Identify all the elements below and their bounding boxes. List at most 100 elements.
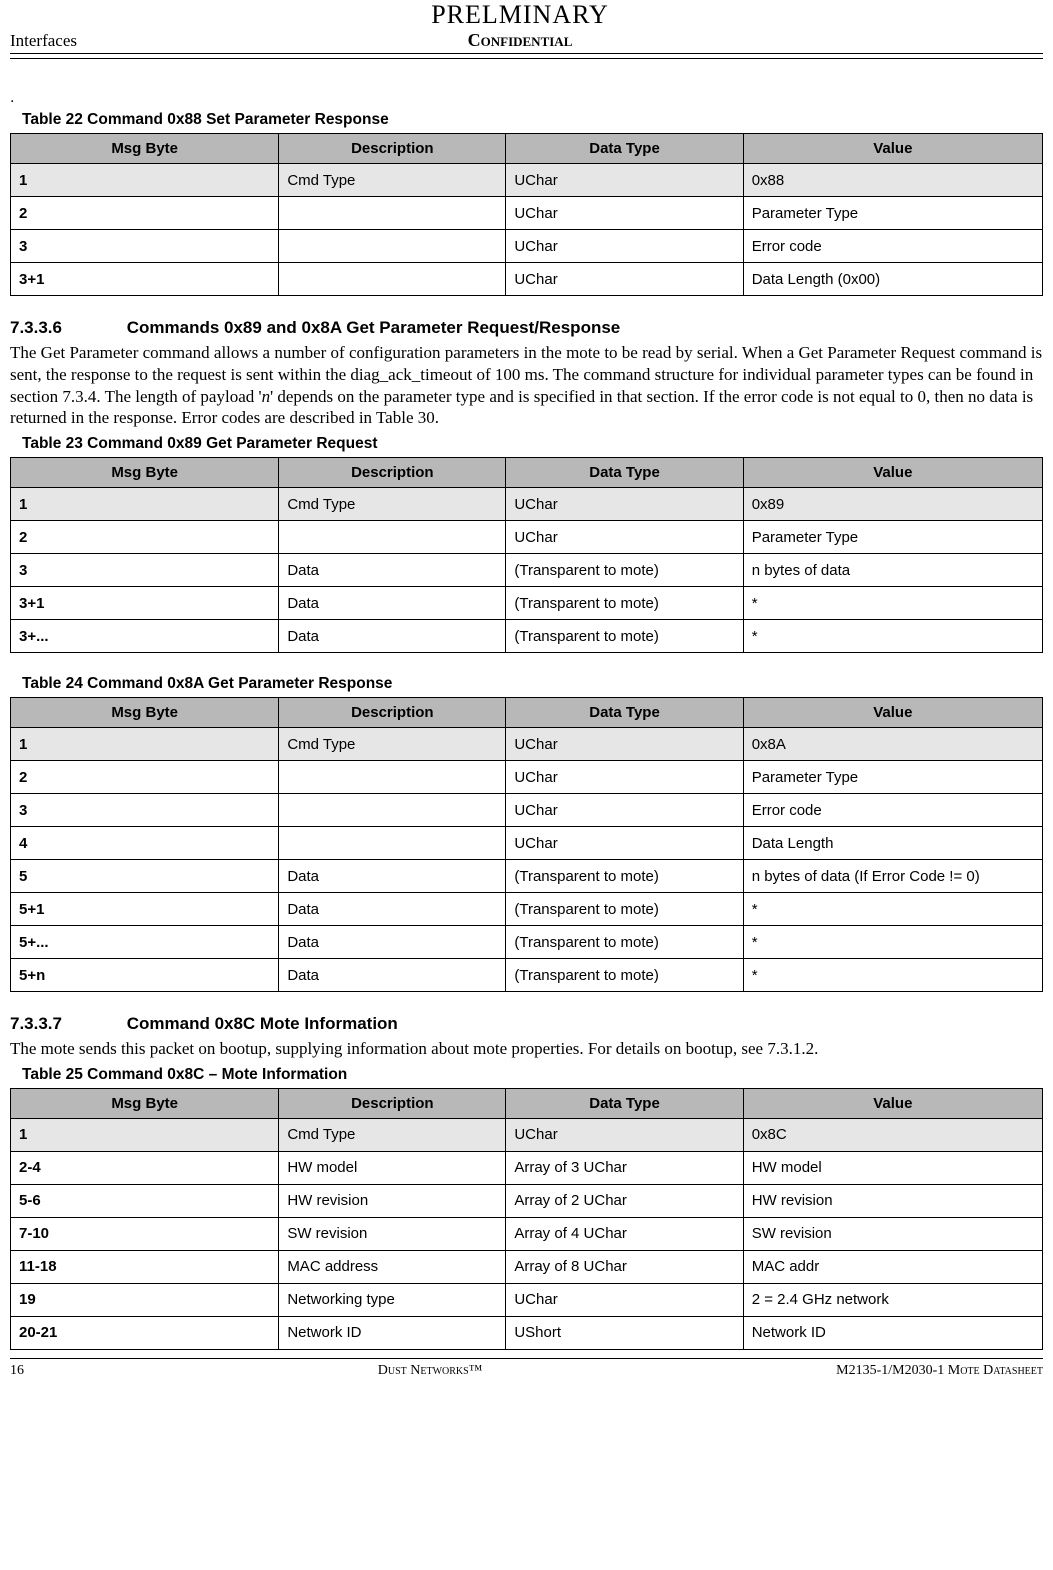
table23-body: 1Cmd TypeUChar0x892UCharParameter Type3D… [11, 488, 1043, 653]
table-row: 5+...Data(Transparent to mote)* [11, 926, 1043, 959]
cell-desc [279, 794, 506, 827]
cell-desc: Data [279, 587, 506, 620]
section-number: 7.3.3.7 [10, 1014, 122, 1034]
cell-desc: HW model [279, 1151, 506, 1184]
table-header-row: Msg Byte Description Data Type Value [11, 458, 1043, 488]
cell-val: 0x88 [743, 164, 1042, 197]
th-value: Value [743, 698, 1042, 728]
cell-type: (Transparent to mote) [506, 926, 743, 959]
th-data-type: Data Type [506, 458, 743, 488]
cell-desc: Data [279, 893, 506, 926]
header-rule [10, 58, 1043, 59]
cell-byte: 3+1 [11, 587, 279, 620]
table-row: 3UCharError code [11, 794, 1043, 827]
cell-desc: Data [279, 959, 506, 992]
cell-val: 0x89 [743, 488, 1042, 521]
cell-byte: 5 [11, 860, 279, 893]
table-row: 3+1Data(Transparent to mote)* [11, 587, 1043, 620]
leading-dot: . [10, 89, 1043, 107]
th-value: Value [743, 458, 1042, 488]
cell-type: (Transparent to mote) [506, 959, 743, 992]
cell-desc: Network ID [279, 1316, 506, 1349]
cell-byte: 5+... [11, 926, 279, 959]
cell-val: Network ID [743, 1316, 1042, 1349]
section-7337-heading: 7.3.3.7 Command 0x8C Mote Information [10, 1014, 1043, 1034]
cell-desc [279, 263, 506, 296]
table-row: 7-10SW revisionArray of 4 UCharSW revisi… [11, 1217, 1043, 1250]
cell-type: UChar [506, 197, 743, 230]
cell-desc: Data [279, 860, 506, 893]
footer-doc: M2135-1/M2030-1 Mote Datasheet [836, 1363, 1043, 1379]
cell-desc [279, 521, 506, 554]
cell-type: UChar [506, 521, 743, 554]
cell-byte: 3 [11, 794, 279, 827]
cell-desc [279, 197, 506, 230]
cell-desc: SW revision [279, 1217, 506, 1250]
cell-type: (Transparent to mote) [506, 860, 743, 893]
th-msg-byte: Msg Byte [11, 1088, 279, 1118]
cell-desc: Networking type [279, 1283, 506, 1316]
table-header-row: Msg Byte Description Data Type Value [11, 134, 1043, 164]
cell-desc: Cmd Type [279, 1118, 506, 1151]
cell-type: UChar [506, 761, 743, 794]
table-row: 1Cmd TypeUChar0x8C [11, 1118, 1043, 1151]
table-row: 11-18MAC addressArray of 8 UCharMAC addr [11, 1250, 1043, 1283]
cell-val: HW model [743, 1151, 1042, 1184]
cell-val: * [743, 926, 1042, 959]
cell-desc: Cmd Type [279, 488, 506, 521]
section-number: 7.3.3.6 [10, 318, 122, 338]
th-description: Description [279, 134, 506, 164]
table22-caption: Table 22 Command 0x88 Set Parameter Resp… [22, 111, 1043, 129]
cell-type: (Transparent to mote) [506, 554, 743, 587]
cell-desc: Data [279, 926, 506, 959]
cell-byte: 20-21 [11, 1316, 279, 1349]
cell-type: UShort [506, 1316, 743, 1349]
footer-company: Dust Networks™ [378, 1363, 483, 1379]
table-header-row: Msg Byte Description Data Type Value [11, 698, 1043, 728]
cell-type: UChar [506, 728, 743, 761]
table-row: 3+...Data(Transparent to mote)* [11, 620, 1043, 653]
cell-val: MAC addr [743, 1250, 1042, 1283]
table24: Msg Byte Description Data Type Value 1Cm… [10, 697, 1043, 992]
table-row: 19Networking typeUChar2 = 2.4 GHz networ… [11, 1283, 1043, 1316]
cell-val: n bytes of data [743, 554, 1042, 587]
cell-type: UChar [506, 164, 743, 197]
cell-val: Data Length (0x00) [743, 263, 1042, 296]
cell-val: Error code [743, 794, 1042, 827]
section-title: Commands 0x89 and 0x8A Get Parameter Req… [127, 318, 621, 337]
table-row: 1Cmd TypeUChar0x88 [11, 164, 1043, 197]
table25: Msg Byte Description Data Type Value 1Cm… [10, 1088, 1043, 1350]
table-row: 2UCharParameter Type [11, 521, 1043, 554]
cell-val: * [743, 587, 1042, 620]
page-footer: 16 Dust Networks™ M2135-1/M2030-1 Mote D… [10, 1358, 1043, 1379]
table-row: 20-21Network IDUShortNetwork ID [11, 1316, 1043, 1349]
cell-val: 2 = 2.4 GHz network [743, 1283, 1042, 1316]
cell-val: * [743, 959, 1042, 992]
cell-val: Parameter Type [743, 521, 1042, 554]
th-msg-byte: Msg Byte [11, 134, 279, 164]
cell-byte: 5-6 [11, 1184, 279, 1217]
table24-body: 1Cmd TypeUChar0x8A2UCharParameter Type3U… [11, 728, 1043, 992]
table23: Msg Byte Description Data Type Value 1Cm… [10, 457, 1043, 653]
cell-type: Array of 8 UChar [506, 1250, 743, 1283]
table-row: 3Data(Transparent to mote)n bytes of dat… [11, 554, 1043, 587]
table-row: 3+1UCharData Length (0x00) [11, 263, 1043, 296]
th-description: Description [279, 1088, 506, 1118]
section-7336-body: The Get Parameter command allows a numbe… [10, 342, 1043, 429]
cell-type: (Transparent to mote) [506, 893, 743, 926]
table-row: 5-6HW revisionArray of 2 UCharHW revisio… [11, 1184, 1043, 1217]
cell-byte: 5+1 [11, 893, 279, 926]
cell-val: HW revision [743, 1184, 1042, 1217]
th-msg-byte: Msg Byte [11, 698, 279, 728]
cell-type: (Transparent to mote) [506, 620, 743, 653]
cell-desc [279, 827, 506, 860]
cell-val: n bytes of data (If Error Code != 0) [743, 860, 1042, 893]
cell-byte: 1 [11, 1118, 279, 1151]
cell-desc [279, 230, 506, 263]
cell-type: UChar [506, 488, 743, 521]
th-value: Value [743, 1088, 1042, 1118]
cell-byte: 4 [11, 827, 279, 860]
header-center: PRELMINARY Confidential [431, 0, 609, 51]
cell-type: (Transparent to mote) [506, 587, 743, 620]
cell-type: UChar [506, 263, 743, 296]
